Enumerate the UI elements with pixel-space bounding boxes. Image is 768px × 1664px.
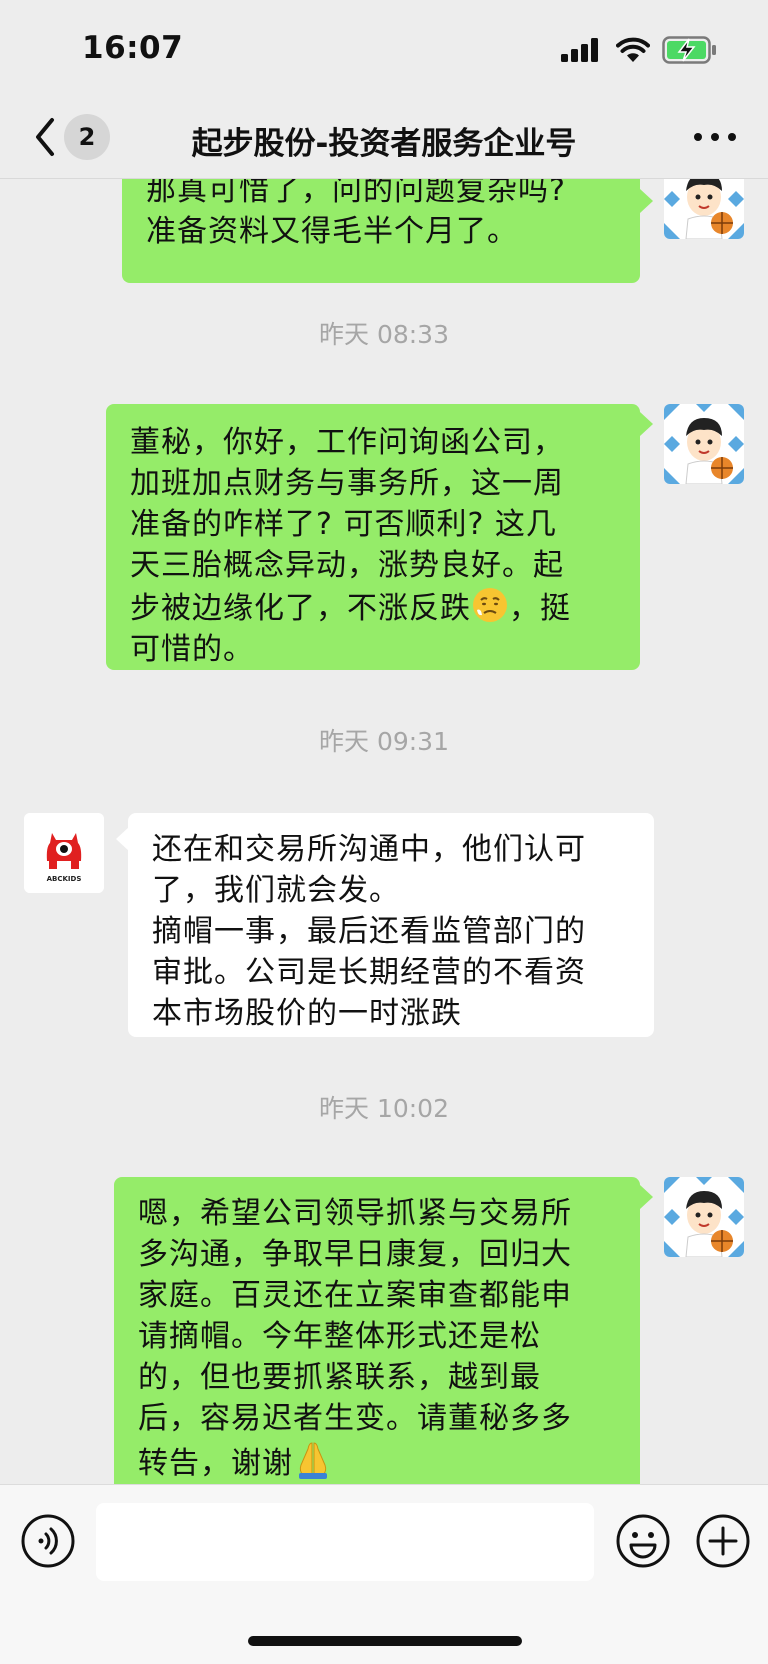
bubble-tail <box>640 412 653 436</box>
message-line: 后，容易迟者生变。请董秘多多 <box>138 1401 572 1436</box>
bubble-tail <box>640 189 653 213</box>
battery-charging-icon <box>662 36 716 64</box>
back-chevron-icon[interactable] <box>28 114 64 160</box>
status-time: 16:07 <box>82 30 184 66</box>
message-line: 的，但也要抓紧联系，越到最 <box>138 1360 541 1395</box>
company-avatar[interactable]: ABCKIDS <box>24 813 104 893</box>
more-options-icon[interactable] <box>690 122 740 152</box>
voice-input-icon[interactable] <box>20 1513 76 1569</box>
message-line: 还在和交易所沟通中，他们认可 <box>152 832 586 867</box>
message-line-with-emoji: 转告，谢谢 <box>138 1439 616 1484</box>
message-line: 加班加点财务与事务所，这一周 <box>130 466 564 501</box>
message-timestamp: 昨天 10:02 <box>319 1094 449 1123</box>
message-text: 步被边缘化了，不涨反跌 <box>130 591 471 626</box>
chat-message-list[interactable]: 那真可惜了，问的问题复杂吗? 准备资料又得毛半个月了。 昨天 08:33 董秘，… <box>0 179 768 1484</box>
basketball-boy-avatar-icon <box>664 1177 744 1257</box>
message-line: 摘帽一事，最后还看监管部门的 <box>152 914 586 949</box>
message-line: 本市场股价的一时涨跌 <box>152 996 462 1031</box>
user-avatar[interactable] <box>664 1177 744 1257</box>
message-line: 了，我们就会发。 <box>152 873 400 908</box>
message-line: 天三胎概念异动，涨势良好。起 <box>130 548 564 583</box>
message-line: 准备的咋样了? 可否顺利? 这几 <box>130 507 557 542</box>
sent-message-bubble[interactable]: 董秘，你好，工作问询函公司， 加班加点财务与事务所，这一周 准备的咋样了? 可否… <box>106 404 640 670</box>
message-line: 那真可惜了，问的问题复杂吗? <box>146 179 566 208</box>
message-text: ，挺 <box>509 591 571 626</box>
message-timestamp: 昨天 08:33 <box>319 320 449 349</box>
message-line: 可惜的。 <box>130 632 254 667</box>
received-message-bubble[interactable]: 还在和交易所沟通中，他们认可 了，我们就会发。 摘帽一事，最后还看监管部门的 审… <box>128 813 654 1037</box>
message-line: 董秘，你好，工作问询函公司， <box>130 425 564 460</box>
message-line: 请摘帽。今年整体形式还是松 <box>138 1319 541 1354</box>
message-line: 准备资料又得毛半个月了。 <box>146 214 518 249</box>
add-attachment-plus-icon[interactable] <box>695 1513 751 1569</box>
wifi-icon <box>616 37 650 62</box>
basketball-boy-avatar-icon <box>664 404 744 484</box>
message-line: 嗯，希望公司领导抓紧与交易所 <box>138 1196 572 1231</box>
user-avatar[interactable] <box>664 404 744 484</box>
status-bar: 16:07 <box>0 0 768 100</box>
sent-message-bubble[interactable]: 那真可惜了，问的问题复杂吗? 准备资料又得毛半个月了。 <box>122 179 640 283</box>
basketball-boy-avatar-icon <box>664 179 744 239</box>
home-indicator <box>248 1636 522 1646</box>
chat-header: 2 起步股份-投资者服务企业号 <box>0 100 768 179</box>
svg-text:ABCKIDS: ABCKIDS <box>47 875 82 883</box>
message-text: 转告，谢谢 <box>138 1446 293 1481</box>
cellular-signal-icon <box>561 38 598 62</box>
message-timestamp: 昨天 09:31 <box>319 727 449 756</box>
unread-count-badge[interactable]: 2 <box>64 114 110 160</box>
message-input-field[interactable] <box>96 1503 594 1581</box>
sent-message-bubble[interactable]: 嗯，希望公司领导抓紧与交易所 多沟通，争取早日康复，回归大 家庭。百灵还在立案审… <box>114 1177 640 1484</box>
message-line: 多沟通，争取早日康复，回归大 <box>138 1237 572 1272</box>
folded-hands-emoji-icon <box>299 1442 327 1479</box>
message-line: 审批。公司是长期经营的不看资 <box>152 955 586 990</box>
bubble-tail <box>640 1185 653 1209</box>
user-avatar[interactable] <box>664 179 744 239</box>
sad-face-emoji-icon <box>473 588 507 622</box>
abckids-logo-icon: ABCKIDS <box>24 813 104 893</box>
chat-title: 起步股份-投资者服务企业号 <box>191 126 577 162</box>
message-line: 家庭。百灵还在立案审查都能申 <box>138 1278 572 1313</box>
emoji-smiley-icon[interactable] <box>615 1513 671 1569</box>
message-line-with-emoji: 步被边缘化了，不涨反跌 ，挺 <box>130 586 616 629</box>
